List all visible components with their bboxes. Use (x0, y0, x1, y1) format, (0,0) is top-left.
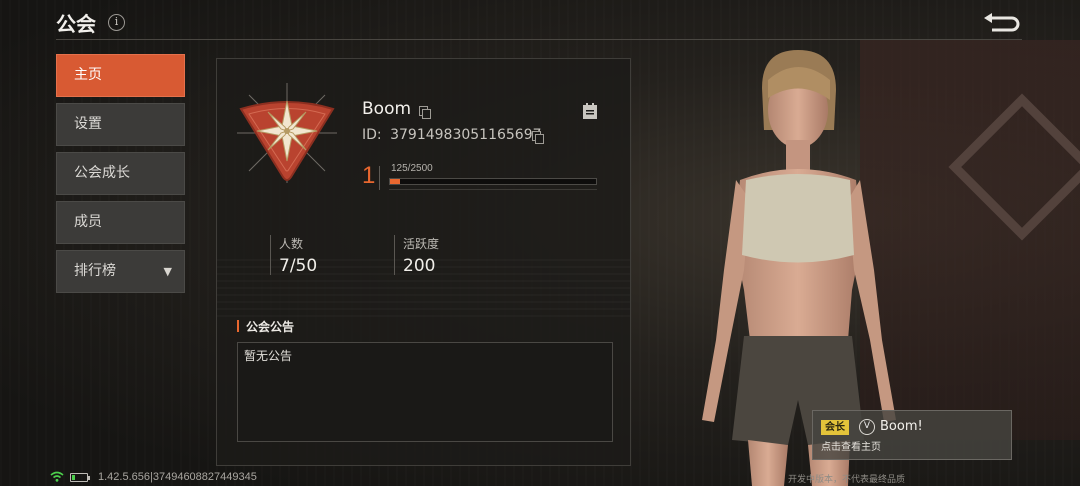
dropdown-triangle-icon: ▼ (163, 265, 172, 278)
xp-progress-bar (389, 178, 597, 185)
announcement-title: 公会公告 (237, 318, 294, 335)
sidebar-item-settings[interactable]: 设置 (56, 103, 185, 146)
guild-id-value: 37914983051165697 (390, 127, 542, 143)
copy-icon[interactable] (419, 106, 431, 119)
leader-profile-hint: 点击查看主页 (821, 442, 881, 453)
leader-badge: 会长 (821, 420, 849, 435)
dev-disclaimer: 开发中版本，不代表最终品质 (788, 475, 906, 485)
guild-id: ID: 37914983051165697 (362, 127, 542, 143)
guild-emblem-icon (237, 83, 337, 183)
header-bar: 公会 i (56, 6, 1022, 40)
version-info: 1.42.5.656|37494608827449345 (98, 471, 257, 483)
guild-level: 1 (362, 162, 376, 189)
sidebar-item-label: 设置 (74, 116, 102, 132)
stat-members: 人数 7/50 (270, 235, 318, 276)
xp-text: 125/2500 (391, 163, 433, 174)
stat-label: 人数 (279, 237, 304, 251)
return-arrow-icon[interactable] (982, 12, 1022, 32)
guild-name: Boom (362, 99, 412, 119)
sidebar-item-label: 公会成长 (74, 165, 130, 181)
level-divider (379, 166, 380, 190)
announcement-box: 暂无公告 (237, 342, 613, 442)
xp-underline (389, 189, 597, 190)
sidebar-item-label: 排行榜 (74, 263, 116, 279)
sidebar-item-leaderboard[interactable]: 排行榜 ▼ (56, 250, 185, 293)
stat-label: 活跃度 (403, 237, 440, 251)
sidebar-item-guild-growth[interactable]: 公会成长 (56, 152, 185, 195)
info-icon[interactable]: i (108, 14, 125, 31)
stat-value: 200 (403, 256, 436, 276)
battery-level (72, 475, 75, 480)
sidebar-nav: 主页 设置 公会成长 成员 排行榜 ▼ (56, 54, 185, 299)
stat-activity: 活跃度 200 (394, 235, 440, 276)
notes-icon[interactable] (582, 102, 598, 120)
sidebar-item-label: 主页 (74, 67, 102, 83)
announcement-text: 暂无公告 (244, 349, 293, 363)
xp-progress-fill (390, 179, 401, 184)
sidebar-item-label: 成员 (74, 214, 102, 230)
guild-home-panel: Boom ID: 37914983051165697 1 125/2500 人数… (216, 58, 631, 466)
sidebar-item-members[interactable]: 成员 (56, 201, 185, 244)
stat-value: 7/50 (279, 256, 318, 276)
battery-icon (70, 473, 90, 482)
guild-leader-card[interactable]: 会长 V Boom! 点击查看主页 (812, 410, 1012, 460)
leader-name: Boom! (880, 419, 923, 434)
verified-v-icon: V (859, 419, 875, 435)
sidebar-item-home[interactable]: 主页 (56, 54, 185, 97)
wifi-icon (50, 471, 64, 482)
page-title: 公会 (56, 12, 96, 36)
guild-id-label: ID: (362, 127, 382, 143)
copy-id-icon[interactable] (532, 131, 544, 144)
